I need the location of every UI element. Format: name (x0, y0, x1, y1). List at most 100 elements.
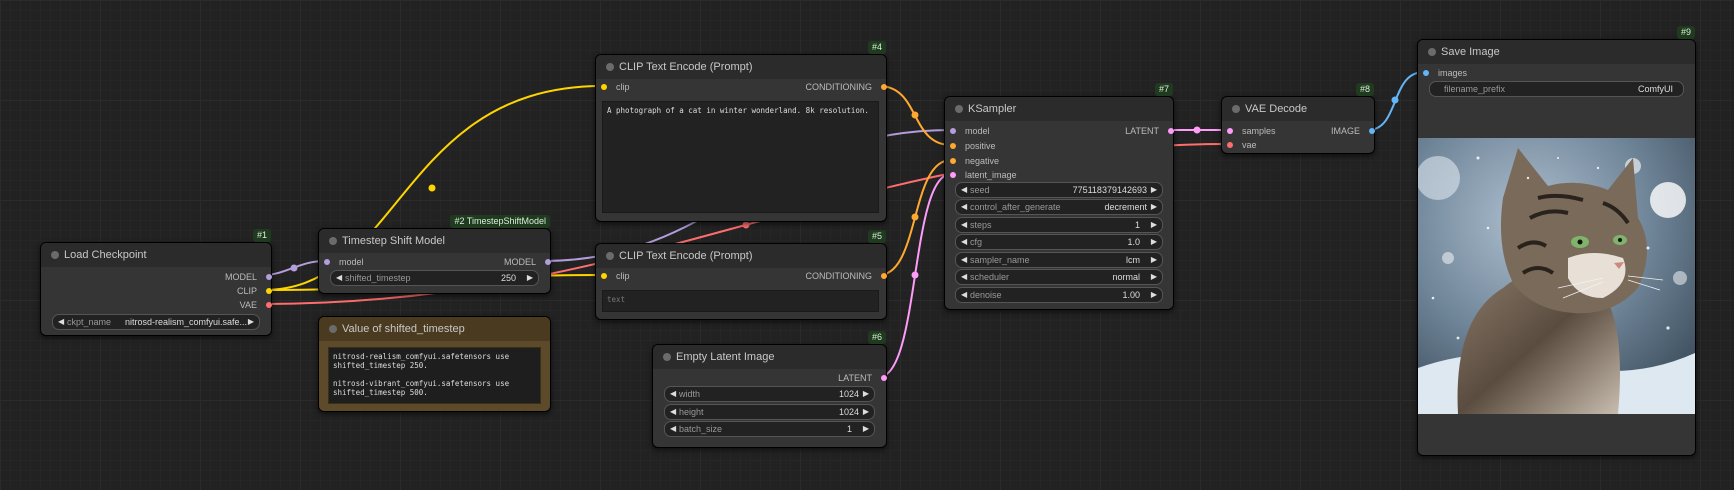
slot-dot-icon[interactable] (266, 288, 272, 294)
output-slot-conditioning[interactable]: CONDITIONING (752, 269, 887, 283)
collapse-dot-icon[interactable] (663, 353, 671, 361)
collapse-dot-icon[interactable] (955, 105, 963, 113)
node-vae-decode[interactable]: #8 VAE Decode samples vae IMAGE (1221, 83, 1375, 154)
arrow-right-icon[interactable]: ▶ (1151, 288, 1157, 302)
arrow-right-icon[interactable]: ▶ (863, 422, 869, 436)
node-clip-text-encode-negative[interactable]: #5 CLIP Text Encode (Prompt) clip CONDIT… (595, 230, 887, 320)
output-slot-latent[interactable]: LATENT (1079, 124, 1174, 138)
cfg-number[interactable]: ◀ cfg 1.0 ▶ (955, 234, 1163, 250)
scheduler-combo[interactable]: ◀ scheduler normal ▶ (955, 269, 1163, 285)
control-after-generate-combo[interactable]: ◀ control_after_generate decrement ▶ (955, 199, 1163, 215)
slot-dot-icon[interactable] (881, 84, 887, 90)
arrow-right-icon[interactable]: ▶ (1151, 235, 1157, 249)
slot-dot-icon[interactable] (881, 273, 887, 279)
collapse-dot-icon[interactable] (329, 237, 337, 245)
node-load-checkpoint[interactable]: #1 Load Checkpoint MODEL CLIP VAE ◀ ckpt… (40, 229, 272, 336)
node-header[interactable]: VAE Decode (1222, 97, 1374, 121)
collapse-dot-icon[interactable] (1428, 48, 1436, 56)
node-ksampler[interactable]: #7 KSampler model positive negative late… (944, 83, 1174, 310)
slot-dot-icon[interactable] (266, 274, 272, 280)
arrow-left-icon[interactable]: ◀ (961, 235, 967, 249)
node-header[interactable]: Save Image (1418, 40, 1695, 64)
arrow-right-icon[interactable]: ▶ (1151, 200, 1157, 214)
arrow-right-icon[interactable]: ▶ (863, 405, 869, 419)
slot-dot-icon[interactable] (1369, 128, 1375, 134)
prompt-textarea[interactable]: text (602, 290, 879, 312)
prompt-textarea[interactable]: A photograph of a cat in winter wonderla… (602, 101, 879, 213)
slot-dot-icon[interactable] (1423, 70, 1429, 76)
slot-dot-icon[interactable] (1227, 142, 1233, 148)
denoise-number[interactable]: ◀ denoise 1.00 ▶ (955, 287, 1163, 303)
output-slot-model[interactable]: MODEL (456, 255, 551, 269)
arrow-left-icon[interactable]: ◀ (670, 387, 676, 401)
slot-dot-icon[interactable] (950, 128, 956, 134)
slot-dot-icon[interactable] (324, 259, 330, 265)
sampler-name-combo[interactable]: ◀ sampler_name lcm ▶ (955, 252, 1163, 268)
collapse-dot-icon[interactable] (329, 325, 337, 333)
slot-dot-icon[interactable] (545, 259, 551, 265)
node-header[interactable]: Load Checkpoint (41, 243, 271, 267)
collapse-dot-icon[interactable] (51, 251, 59, 259)
filename-prefix-text[interactable]: filename_prefix ComfyUI (1429, 81, 1684, 97)
output-slot-conditioning[interactable]: CONDITIONING (752, 80, 887, 94)
slot-dot-icon[interactable] (601, 273, 607, 279)
input-slot-positive[interactable]: positive (950, 139, 996, 153)
node-header[interactable]: KSampler (945, 97, 1173, 121)
arrow-left-icon[interactable]: ◀ (670, 405, 676, 419)
batch-size-number[interactable]: ◀ batch_size 1 ▶ (664, 421, 875, 437)
node-clip-text-encode-positive[interactable]: #4 CLIP Text Encode (Prompt) clip CONDIT… (595, 41, 887, 222)
input-slot-clip[interactable]: clip (601, 269, 630, 283)
node-timestep-shift[interactable]: #2 TimestepShiftModel Timestep Shift Mod… (318, 215, 551, 294)
steps-number[interactable]: ◀ steps 1 ▶ (955, 217, 1163, 233)
arrow-right-icon[interactable]: ▶ (1151, 253, 1157, 267)
node-empty-latent-image[interactable]: #6 Empty Latent Image LATENT ◀ width 102… (652, 331, 887, 448)
arrow-right-icon[interactable]: ▶ (527, 271, 533, 285)
slot-dot-icon[interactable] (950, 172, 956, 178)
output-slot-image[interactable]: IMAGE (1280, 124, 1375, 138)
slot-dot-icon[interactable] (1168, 128, 1174, 134)
node-save-image[interactable]: #9 Save Image images filename_prefix Com… (1417, 26, 1696, 456)
arrow-right-icon[interactable]: ▶ (248, 315, 254, 329)
node-header[interactable]: CLIP Text Encode (Prompt) (596, 244, 886, 268)
arrow-left-icon[interactable]: ◀ (961, 270, 967, 284)
arrow-left-icon[interactable]: ◀ (961, 288, 967, 302)
arrow-right-icon[interactable]: ▶ (1151, 183, 1157, 197)
collapse-dot-icon[interactable] (606, 252, 614, 260)
output-slot-latent[interactable]: LATENT (772, 371, 887, 385)
shifted-timestep-number[interactable]: ◀ shifted_timestep 250 ▶ (330, 270, 539, 286)
slot-dot-icon[interactable] (881, 375, 887, 381)
arrow-right-icon[interactable]: ▶ (1151, 270, 1157, 284)
arrow-left-icon[interactable]: ◀ (961, 183, 967, 197)
input-slot-model[interactable]: model (950, 124, 990, 138)
input-slot-negative[interactable]: negative (950, 154, 999, 168)
collapse-dot-icon[interactable] (606, 63, 614, 71)
arrow-right-icon[interactable]: ▶ (863, 387, 869, 401)
input-slot-samples[interactable]: samples (1227, 124, 1276, 138)
node-value-note[interactable]: Value of shifted_timestep nitrosd-realis… (318, 316, 551, 412)
input-slot-images[interactable]: images (1423, 66, 1467, 80)
output-slot-clip[interactable]: CLIP (147, 284, 272, 298)
slot-dot-icon[interactable] (1227, 128, 1233, 134)
arrow-left-icon[interactable]: ◀ (670, 422, 676, 436)
input-slot-model[interactable]: model (324, 255, 364, 269)
slot-dot-icon[interactable] (266, 302, 272, 308)
seed-number[interactable]: ◀ seed 775118379142693 ▶ (955, 182, 1163, 198)
slot-dot-icon[interactable] (950, 143, 956, 149)
input-slot-vae[interactable]: vae (1227, 138, 1257, 152)
arrow-left-icon[interactable]: ◀ (961, 200, 967, 214)
height-number[interactable]: ◀ height 1024 ▶ (664, 404, 875, 420)
arrow-left-icon[interactable]: ◀ (961, 218, 967, 232)
input-slot-latent-image[interactable]: latent_image (950, 168, 1017, 182)
input-slot-clip[interactable]: clip (601, 80, 630, 94)
ckpt-name-combo[interactable]: ◀ ckpt_name nitrosd-realism_comfyui.safe… (52, 314, 260, 330)
arrow-left-icon[interactable]: ◀ (58, 315, 64, 329)
output-slot-model[interactable]: MODEL (147, 270, 272, 284)
slot-dot-icon[interactable] (601, 84, 607, 90)
width-number[interactable]: ◀ width 1024 ▶ (664, 386, 875, 402)
node-header[interactable]: Empty Latent Image (653, 345, 886, 369)
output-image-preview[interactable] (1418, 138, 1695, 414)
node-header[interactable]: CLIP Text Encode (Prompt) (596, 55, 886, 79)
output-slot-vae[interactable]: VAE (147, 298, 272, 312)
node-header[interactable]: Timestep Shift Model (319, 229, 550, 253)
arrow-right-icon[interactable]: ▶ (1151, 218, 1157, 232)
